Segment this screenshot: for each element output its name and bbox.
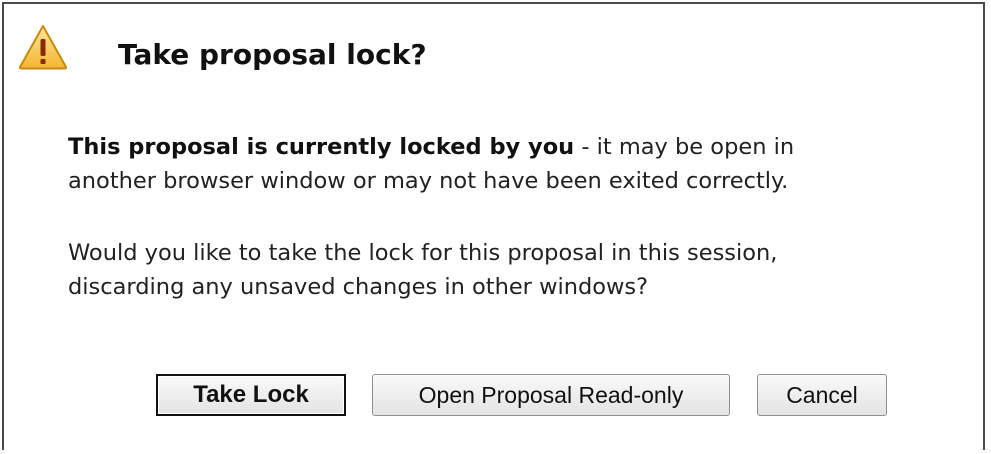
lock-status-line-1: This proposal is currently locked by you… xyxy=(68,130,794,164)
dialog-title: Take proposal lock? xyxy=(118,38,427,71)
open-read-only-button[interactable]: Open Proposal Read-only xyxy=(372,374,730,416)
take-lock-question: Would you like to take the lock for this… xyxy=(68,236,777,304)
warning-icon xyxy=(18,24,68,70)
lock-status-message: This proposal is currently locked by you… xyxy=(68,130,794,198)
cancel-button[interactable]: Cancel xyxy=(757,374,887,416)
take-lock-button[interactable]: Take Lock xyxy=(156,374,346,416)
lock-status-emphasis: This proposal is currently locked by you xyxy=(68,134,575,160)
take-lock-dialog: Take proposal lock? This proposal is cur… xyxy=(2,2,985,450)
question-line-2: discarding any unsaved changes in other … xyxy=(68,274,649,300)
lock-status-line-2: another browser window or may not have b… xyxy=(68,168,789,194)
question-line-1: Would you like to take the lock for this… xyxy=(68,240,778,266)
lock-status-rest: - it may be open in xyxy=(574,134,795,160)
